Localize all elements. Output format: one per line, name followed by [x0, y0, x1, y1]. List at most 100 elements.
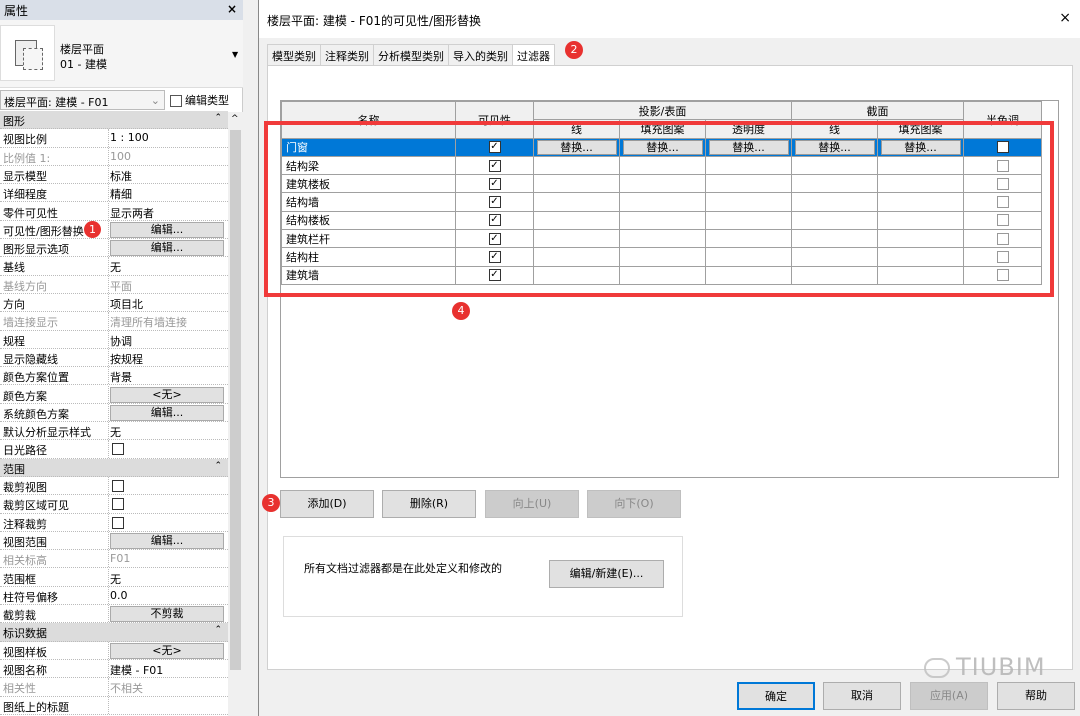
- section-header[interactable]: 范围 ⌃: [0, 458, 228, 477]
- property-row[interactable]: 图纸上的标题: [0, 696, 228, 715]
- visibility-graphics-dialog: 楼层平面: 建模 - F01的可见性/图形替换 × 模型类别 注释类别 分析模型类别导…: [258, 0, 1080, 716]
- property-value[interactable]: 无: [110, 571, 121, 587]
- highlight-box: [264, 121, 1054, 297]
- property-name: 墙连接显示: [3, 316, 58, 330]
- instance-selector[interactable]: 楼层平面: 建模 - F01 ⌄: [0, 90, 165, 110]
- property-row[interactable]: 裁剪区域可见: [0, 495, 228, 514]
- property-row[interactable]: 范围框 无: [0, 568, 228, 587]
- apply-button[interactable]: 应用(A): [910, 682, 988, 710]
- property-row[interactable]: 方向 项目北: [0, 294, 228, 313]
- properties-title: 属性 ×: [0, 0, 243, 20]
- property-name: 视图样板: [3, 645, 47, 659]
- edit-new-button[interactable]: 编辑/新建(E)...: [549, 560, 664, 588]
- property-row[interactable]: 视图比例 1 : 100: [0, 129, 228, 148]
- close-icon[interactable]: ×: [1059, 10, 1071, 26]
- property-value[interactable]: 显示两者: [110, 205, 154, 221]
- collapse-icon[interactable]: ⌃: [214, 625, 222, 635]
- scrollbar-thumb[interactable]: [230, 130, 241, 670]
- property-name: 裁剪视图: [3, 481, 47, 494]
- header-cut: 截面: [791, 100, 964, 121]
- close-icon[interactable]: ×: [227, 2, 237, 16]
- property-row[interactable]: 规程 协调: [0, 330, 228, 349]
- property-checkbox[interactable]: [112, 480, 124, 492]
- dialog-title-text: 楼层平面: 建模 - F01的可见性/图形替换: [267, 14, 482, 28]
- property-row[interactable]: 可见性/图形替换 编辑... 1: [0, 220, 228, 240]
- property-row[interactable]: 柱符号偏移 0.0: [0, 586, 228, 606]
- property-name: 截剪裁: [3, 609, 36, 623]
- property-button[interactable]: 编辑...: [110, 404, 224, 421]
- property-row[interactable]: 注释裁剪: [0, 513, 228, 532]
- property-row[interactable]: 详细程度 精细: [0, 184, 228, 203]
- chevron-down-icon: ⌄: [150, 94, 160, 107]
- property-name: 可见性/图形替换: [3, 224, 84, 238]
- property-value[interactable]: 建模 - F01: [110, 662, 163, 678]
- property-button[interactable]: 编辑...: [110, 532, 224, 549]
- property-value[interactable]: 按规程: [110, 351, 143, 367]
- property-value[interactable]: 项目北: [110, 296, 143, 312]
- delete-button[interactable]: 删除(R): [382, 490, 476, 518]
- collapse-icon[interactable]: ⌃: [214, 113, 222, 123]
- property-row[interactable]: 相关标高 F01: [0, 550, 228, 569]
- edit-type-button[interactable]: 编辑类型: [170, 92, 229, 108]
- dropdown-arrow-icon[interactable]: ▼: [232, 50, 238, 59]
- help-button[interactable]: 帮助: [997, 682, 1075, 710]
- type-selector[interactable]: 楼层平面 01 - 建模 ▼: [0, 20, 243, 88]
- property-row[interactable]: 截剪裁 不剪裁: [0, 605, 228, 624]
- property-row[interactable]: 零件可见性 显示两者: [0, 202, 228, 221]
- cancel-button[interactable]: 取消: [823, 682, 901, 710]
- property-value[interactable]: 协调: [110, 333, 132, 349]
- property-value[interactable]: 0.0: [110, 589, 128, 602]
- property-value[interactable]: 标准: [110, 168, 132, 184]
- property-value[interactable]: 精细: [110, 186, 132, 202]
- property-button[interactable]: <无>: [110, 642, 224, 659]
- property-row[interactable]: 相关性 不相关: [0, 678, 228, 697]
- property-row[interactable]: 视图范围 编辑...: [0, 531, 228, 551]
- property-button[interactable]: <无>: [110, 386, 224, 403]
- property-row[interactable]: 颜色方案位置 背景: [0, 367, 228, 386]
- property-row[interactable]: 系统颜色方案 编辑...: [0, 403, 228, 423]
- property-row[interactable]: 基线方向 平面: [0, 275, 228, 294]
- property-button[interactable]: 编辑...: [110, 221, 224, 238]
- property-row[interactable]: 基线 无: [0, 257, 228, 276]
- type-name: 楼层平面: [60, 43, 104, 56]
- property-row[interactable]: 裁剪视图: [0, 477, 228, 496]
- section-header[interactable]: 标识数据 ⌃: [0, 623, 228, 642]
- section-header[interactable]: 图形 ⌃: [0, 111, 228, 130]
- property-value[interactable]: 背景: [110, 369, 132, 385]
- property-row[interactable]: 视图名称 建模 - F01: [0, 660, 228, 679]
- property-checkbox[interactable]: [112, 498, 124, 511]
- watermark: TIUBIM: [924, 653, 1046, 681]
- property-row[interactable]: 默认分析显示样式 无: [0, 422, 228, 441]
- add-button[interactable]: 添加(D): [280, 490, 374, 518]
- property-value[interactable]: 无: [110, 259, 121, 275]
- property-checkbox[interactable]: [112, 443, 124, 456]
- property-row[interactable]: 颜色方案 <无>: [0, 385, 228, 404]
- property-row[interactable]: 比例值 1: 100: [0, 147, 228, 166]
- property-name: 注释裁剪: [3, 517, 47, 531]
- property-row[interactable]: 视图样板 <无>: [0, 641, 228, 660]
- property-checkbox[interactable]: [112, 516, 124, 529]
- property-button[interactable]: 不剪裁: [110, 606, 224, 623]
- wechat-icon: [924, 658, 950, 678]
- property-row[interactable]: 墙连接显示 清理所有墙连接: [0, 312, 228, 331]
- filter-info-text: 所有文档过滤器都是在此处定义和修改的: [304, 562, 502, 575]
- property-row[interactable]: 显示模型 标准: [0, 165, 228, 185]
- property-name: 视图范围: [3, 535, 47, 549]
- property-row[interactable]: 图形显示选项 编辑...: [0, 239, 228, 258]
- property-name: 规程: [3, 334, 25, 348]
- property-button[interactable]: 编辑...: [110, 240, 224, 257]
- property-name: 图纸上的标题: [3, 700, 69, 714]
- property-value[interactable]: 1 : 100: [110, 131, 149, 144]
- property-value[interactable]: 无: [110, 424, 121, 440]
- collapse-icon[interactable]: ⌃: [214, 461, 222, 471]
- property-name: 比例值 1:: [3, 151, 51, 165]
- property-name: 图形显示选项: [3, 243, 69, 257]
- move-down-button[interactable]: 向下(O): [587, 490, 681, 518]
- ok-button[interactable]: 确定: [737, 682, 815, 710]
- property-row[interactable]: 日光路径: [0, 440, 228, 459]
- scroll-up-icon[interactable]: ^: [231, 114, 239, 124]
- property-row[interactable]: 显示隐藏线 按规程: [0, 348, 228, 368]
- property-name: 日光路径: [3, 444, 47, 458]
- move-up-button[interactable]: 向上(U): [485, 490, 579, 518]
- watermark-text: TIUBIM: [956, 653, 1046, 681]
